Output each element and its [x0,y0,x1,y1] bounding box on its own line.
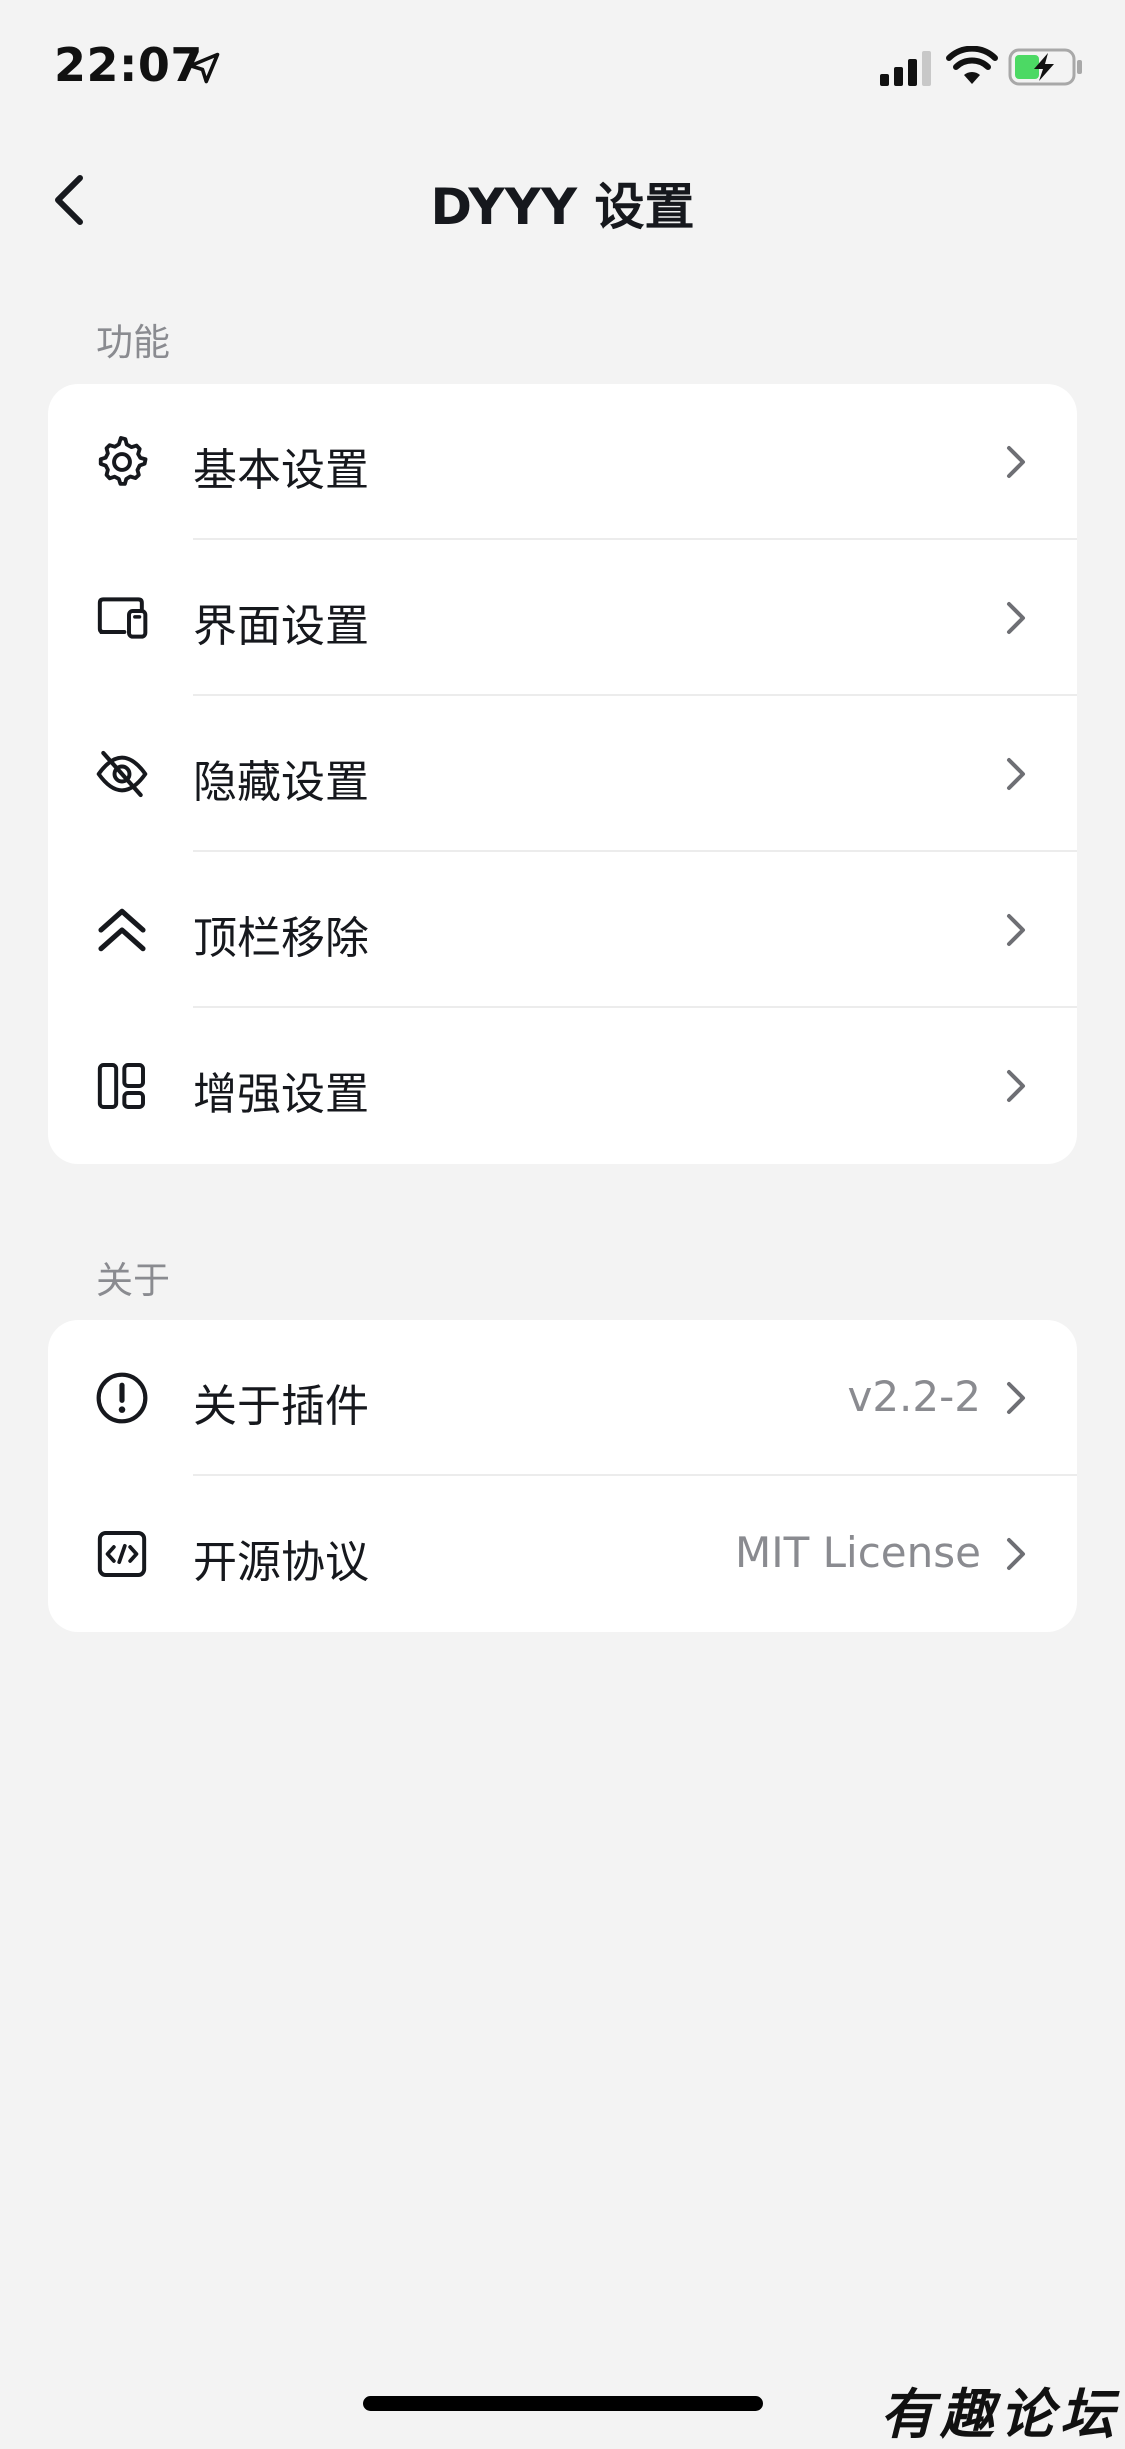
row-interface-settings[interactable]: 界面设置 [48,540,1077,696]
row-hide-settings[interactable]: 隐藏设置 [48,696,1077,852]
license-value: MIT License [735,1528,981,1577]
wifi-icon [946,46,998,84]
chevron-right-icon [1007,602,1025,634]
row-label: 界面设置 [193,601,369,652]
section-header-features: 功能 [96,321,170,364]
battery-charging-icon [1008,48,1082,86]
devices-icon [97,597,148,639]
layout-icon [97,1063,145,1109]
nav-bar: DYYY 设置 [0,140,1125,260]
home-indicator[interactable] [363,2396,763,2411]
cellular-signal-icon [880,51,931,86]
chevron-right-icon [1007,914,1025,946]
chevron-right-icon [1007,1382,1025,1414]
row-label: 增强设置 [193,1069,369,1120]
row-label: 关于插件 [193,1381,369,1432]
row-about-plugin[interactable]: 关于插件 v2.2-2 [48,1320,1077,1476]
row-enhance-settings[interactable]: 增强设置 [48,1008,1077,1164]
section-header-about: 关于 [96,1259,170,1302]
row-label: 顶栏移除 [193,913,369,964]
row-label: 隐藏设置 [193,757,369,808]
info-icon [96,1372,148,1424]
about-card: 关于插件 v2.2-2 开源协议 MIT License [48,1320,1077,1632]
row-open-source-license[interactable]: 开源协议 MIT License [48,1476,1077,1632]
double-chevron-up-icon [98,908,146,952]
page-title: DYYY 设置 [430,178,695,236]
watermark: 有趣论坛 [880,2382,1120,2446]
row-label: 开源协议 [193,1537,369,1588]
chevron-right-icon [1007,446,1025,478]
row-label: 基本设置 [193,445,369,496]
chevron-right-icon [1007,758,1025,790]
status-time: 22:07 [54,38,203,92]
chevron-right-icon [1007,1070,1025,1102]
chevron-right-icon [1007,1538,1025,1570]
row-topbar-remove[interactable]: 顶栏移除 [48,852,1077,1008]
location-arrow-icon [188,52,220,84]
status-bar: 22:07 [0,0,1125,140]
version-value: v2.2-2 [847,1372,981,1421]
code-icon [97,1531,147,1577]
eye-off-icon [96,750,148,798]
row-basic-settings[interactable]: 基本设置 [48,384,1077,540]
features-card: 基本设置 界面设置 隐藏设置 顶栏移除 增强设置 [48,384,1077,1164]
gear-icon [98,436,148,486]
